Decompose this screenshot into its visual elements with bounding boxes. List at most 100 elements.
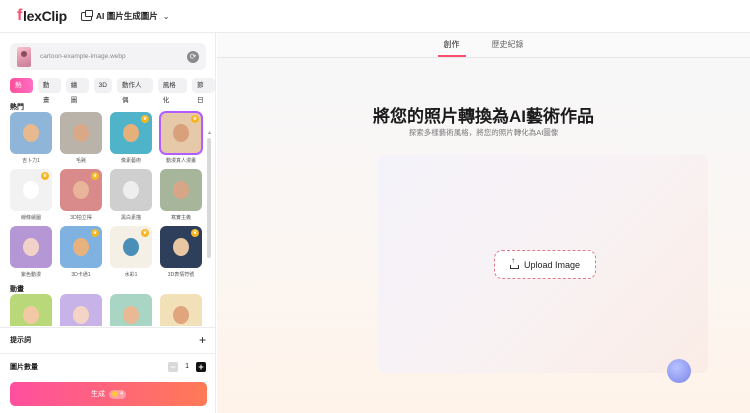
style-thumbnail[interactable] <box>110 294 152 326</box>
credit-cost-badge: 4 <box>108 389 127 399</box>
category-tabs: 熱門 動畫 繪圖 3D 動作人偶 風格化 節日 <box>10 78 215 104</box>
generate-label: 生成 <box>90 391 105 398</box>
category-tab[interactable]: 動畫 <box>37 78 61 104</box>
style-label: 動漫真人漫畫 <box>165 158 196 164</box>
top-bar: f lexClip AI 圖片生成圖片 ⌄ <box>0 0 750 33</box>
increase-count-button[interactable]: + <box>196 361 206 372</box>
category-tab[interactable]: 3D <box>93 78 112 93</box>
style-card[interactable] <box>110 294 152 326</box>
style-preview-figure <box>173 181 189 199</box>
style-label: 紫色動漫 <box>20 272 41 278</box>
premium-crown-icon: ♛ <box>191 229 199 237</box>
chevron-down-icon: ⌄ <box>162 11 170 21</box>
style-thumbnail[interactable]: ♛ <box>110 112 152 154</box>
tool-name: AI 圖片生成圖片 <box>95 11 158 21</box>
style-label: 吉卜力1 <box>22 158 40 164</box>
style-preview-figure <box>173 238 189 256</box>
premium-crown-icon: ♛ <box>91 229 99 237</box>
upload-icon <box>509 256 519 269</box>
style-thumbnail[interactable]: ♛ <box>10 169 52 211</box>
tool-switcher[interactable]: AI 圖片生成圖片 ⌄ <box>80 9 170 22</box>
flexclip-logo[interactable]: f lexClip <box>17 7 67 25</box>
style-card[interactable]: 黑白素描 <box>110 169 152 221</box>
style-label: 黑白素描 <box>120 215 141 221</box>
upload-image-button[interactable]: Upload Image <box>494 250 596 279</box>
style-card[interactable]: ♛ 3D卡通1 <box>60 226 102 278</box>
main-panel: 創作 歷史紀錄 將您的照片轉換為AI藝術作品 探索多樣藝術風格，將您的照片轉化為A… <box>217 33 750 413</box>
premium-crown-icon: ♛ <box>91 172 99 180</box>
style-label: 3D拍立得 <box>70 215 92 221</box>
replace-image-icon[interactable]: ⟳ <box>187 50 199 63</box>
style-thumbnail[interactable]: ♛ <box>160 226 202 268</box>
style-card[interactable]: 吉卜力1 <box>10 112 52 164</box>
assistant-bubble-icon[interactable] <box>667 359 691 383</box>
category-tab[interactable]: 節日 <box>192 78 215 104</box>
style-card[interactable]: ♛ 動漫真人漫畫 <box>159 111 203 164</box>
style-card[interactable]: 寫實主義 <box>160 169 202 221</box>
style-thumbnail[interactable]: ♛ <box>159 111 203 155</box>
uploaded-file-row[interactable]: cartoon-example-image.webp ⟳ <box>10 43 206 70</box>
scroll-up-icon[interactable]: ▲ <box>207 130 212 136</box>
style-label: 線條繪圖 <box>20 215 41 221</box>
credit-cost: 4 <box>119 391 124 397</box>
file-name: cartoon-example-image.webp <box>40 53 126 60</box>
style-card[interactable]: ♛ 3D表情符號 <box>160 226 202 278</box>
premium-crown-icon: ♛ <box>141 229 149 237</box>
category-tab[interactable]: 風格化 <box>157 78 188 104</box>
prompt-label: 提示詞 <box>10 336 31 344</box>
scrollbar-thumb[interactable] <box>207 138 211 258</box>
style-card[interactable]: ♛ 線條繪圖 <box>10 169 52 221</box>
style-card[interactable]: ♛ 像素藝術 <box>110 112 152 164</box>
style-thumbnail[interactable] <box>60 112 102 154</box>
style-thumbnail[interactable] <box>160 294 202 326</box>
style-list-scrollbar[interactable] <box>207 138 211 353</box>
sidebar: cartoon-example-image.webp ⟳ 熱門 動畫 繪圖 3D 動作人… <box>0 33 216 413</box>
style-card[interactable] <box>10 294 52 326</box>
style-preview-figure <box>123 124 139 142</box>
style-card[interactable]: ♛ 3D拍立得 <box>60 169 102 221</box>
style-card[interactable] <box>160 294 202 326</box>
logo-mark: f <box>17 7 23 24</box>
style-thumbnail[interactable] <box>60 294 102 326</box>
style-card[interactable]: ♛ 水彩1 <box>110 226 152 278</box>
style-thumbnail[interactable] <box>10 226 52 268</box>
category-tab[interactable]: 繪圖 <box>65 78 89 104</box>
style-label: 水彩1 <box>124 272 138 278</box>
style-thumbnail[interactable]: ♛ <box>60 169 102 211</box>
style-preview-figure <box>73 306 89 324</box>
style-thumbnail[interactable] <box>10 294 52 326</box>
style-preview-figure <box>123 181 139 199</box>
style-card[interactable]: 紫色動漫 <box>10 226 52 278</box>
generate-button[interactable]: 生成 4 <box>10 382 207 406</box>
style-thumbnail[interactable]: ♛ <box>110 226 152 268</box>
upload-label: Upload Image <box>523 259 581 270</box>
style-thumbnail[interactable]: ♛ <box>60 226 102 268</box>
image-count-value: 1 <box>185 363 189 370</box>
popular-styles-grid: 吉卜力1 毛氈 ♛ 像素藝術 ♛ 動漫真人漫畫 ♛ 線條繪圖 ♛ 3D拍立得 黑白素描 寫實主義 紫色動… <box>10 111 203 278</box>
category-tab[interactable]: 動作人偶 <box>116 78 153 104</box>
main-tab[interactable]: 歷史紀錄 <box>486 33 530 57</box>
style-thumbnail[interactable] <box>110 169 152 211</box>
style-card[interactable]: 毛氈 <box>60 112 102 164</box>
upload-dropzone[interactable]: Upload Image <box>378 155 708 373</box>
image-count-row: 圖片數量 − 1 + <box>0 353 216 379</box>
app-window: f lexClip AI 圖片生成圖片 ⌄ cartoon-example-im… <box>0 0 750 413</box>
image-tool-icon <box>80 9 93 21</box>
main-tab[interactable]: 創作 <box>437 33 466 57</box>
style-thumbnail[interactable] <box>10 112 52 154</box>
decrease-count-button[interactable]: − <box>168 361 179 372</box>
category-tab[interactable]: 熱門 <box>10 78 33 104</box>
style-card[interactable] <box>60 294 102 326</box>
style-preview-figure <box>173 306 189 324</box>
style-label: 3D卡通1 <box>71 272 91 278</box>
page-title: 將您的照片轉換為AI藝術作品 <box>373 107 594 126</box>
style-preview-figure <box>23 238 39 256</box>
style-preview-figure <box>73 181 89 199</box>
style-preview-figure <box>73 238 89 256</box>
style-thumbnail[interactable] <box>160 169 202 211</box>
coin-icon <box>111 391 118 397</box>
anime-styles-grid <box>10 294 202 326</box>
premium-crown-icon: ♛ <box>141 115 149 123</box>
prompt-row[interactable]: 提示詞 + <box>0 327 216 351</box>
add-prompt-icon[interactable]: + <box>199 333 206 347</box>
